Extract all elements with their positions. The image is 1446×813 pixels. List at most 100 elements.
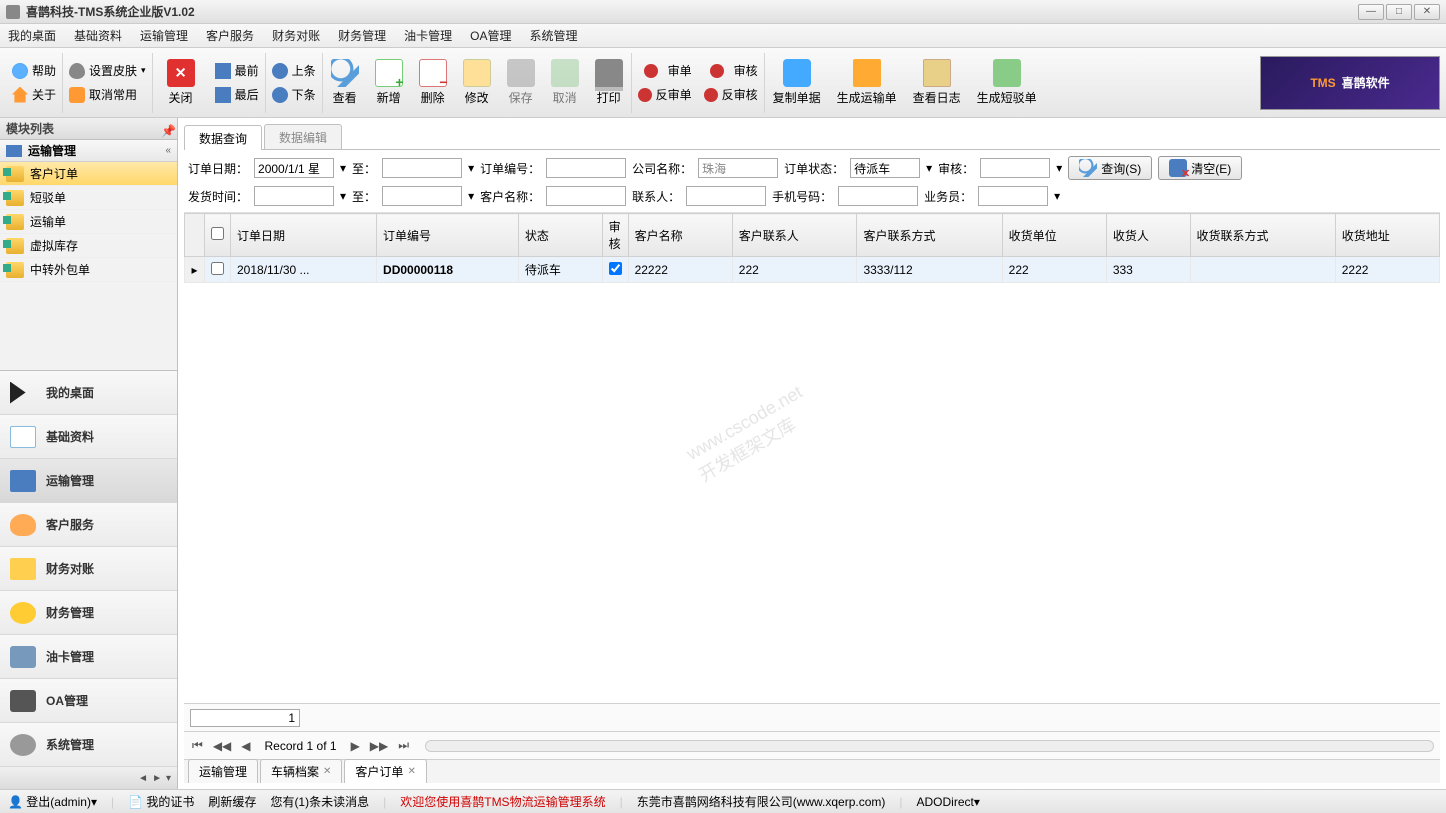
sidebar-item-order[interactable]: 客户订单	[0, 162, 177, 186]
query-button[interactable]: 查询(S)	[1068, 156, 1152, 180]
contact-input[interactable]	[686, 186, 766, 206]
tab-edit[interactable]: 数据编辑	[264, 124, 342, 149]
nav-header[interactable]: 运输管理 «	[0, 140, 177, 162]
menu-oa[interactable]: OA管理	[470, 27, 511, 44]
refresh-cache-button[interactable]: 刷新缓存	[208, 793, 256, 810]
col-audit[interactable]: 审核	[602, 214, 628, 257]
arrow-left-icon[interactable]: ◄	[138, 773, 148, 784]
close-tab-icon[interactable]: ✕	[407, 766, 415, 777]
cust-name-input[interactable]	[546, 186, 626, 206]
skin-button[interactable]: 设置皮肤 ▾	[69, 61, 146, 81]
status-input[interactable]	[850, 158, 920, 178]
checkbox-header[interactable]	[205, 214, 231, 257]
scrollbar[interactable]	[425, 740, 1434, 752]
audit-button[interactable]: 审单	[638, 61, 692, 81]
logout-button[interactable]: 👤 登出(admin)▾	[8, 793, 97, 810]
about-button[interactable]: 关于	[12, 85, 56, 105]
gen-short-button[interactable]: 生成短驳单	[969, 59, 1045, 106]
pin-icon[interactable]: 📌	[161, 124, 171, 134]
cert-button[interactable]: 📄 我的证书	[128, 793, 194, 810]
maximize-button[interactable]: □	[1386, 4, 1412, 20]
edit-button[interactable]: 修改	[455, 59, 499, 106]
close-tab-icon[interactable]: ✕	[323, 766, 331, 777]
sidebar-item-short[interactable]: 短驳单	[0, 186, 177, 210]
module-fin-recon[interactable]: 财务对账	[0, 547, 177, 591]
table-row[interactable]: ▸ 2018/11/30 ... DD00000118 待派车 22222 22…	[185, 257, 1440, 283]
module-customer[interactable]: 客户服务	[0, 503, 177, 547]
module-oa[interactable]: OA管理	[0, 679, 177, 723]
sidebar-item-transfer[interactable]: 中转外包单	[0, 258, 177, 282]
col-status[interactable]: 状态	[518, 214, 602, 257]
menu-base[interactable]: 基础资料	[74, 27, 122, 44]
last-button[interactable]: 最后	[215, 85, 259, 105]
ado-button[interactable]: ADODirect▾	[917, 795, 980, 809]
view-log-button[interactable]: 查看日志	[905, 59, 969, 106]
col-contact-way[interactable]: 客户联系方式	[857, 214, 1002, 257]
col-recv-addr[interactable]: 收货地址	[1335, 214, 1439, 257]
unapprove-button[interactable]: 反审核	[704, 85, 758, 105]
help-button[interactable]: 帮助	[12, 61, 56, 81]
col-date[interactable]: 订单日期	[231, 214, 377, 257]
col-recv[interactable]: 收货人	[1106, 214, 1190, 257]
nav-last[interactable]: ⏭	[396, 738, 411, 753]
delete-button[interactable]: 删除	[411, 59, 455, 106]
unread-msg[interactable]: 您有(1)条未读消息	[270, 793, 369, 810]
module-transport[interactable]: 运输管理	[0, 459, 177, 503]
chevron-down-icon[interactable]: ▾	[166, 773, 171, 784]
col-recv-unit[interactable]: 收货单位	[1002, 214, 1106, 257]
prev-button[interactable]: 上条	[272, 61, 316, 81]
nav-next[interactable]: ▶	[349, 739, 362, 753]
company-input[interactable]	[698, 158, 778, 178]
row-checkbox[interactable]	[205, 257, 231, 283]
module-system[interactable]: 系统管理	[0, 723, 177, 767]
audit-input[interactable]	[980, 158, 1050, 178]
order-no-input[interactable]	[546, 158, 626, 178]
nav-prev[interactable]: ◀	[239, 739, 252, 753]
approve-button[interactable]: 审核	[704, 61, 758, 81]
module-finance[interactable]: 财务管理	[0, 591, 177, 635]
menu-transport[interactable]: 运输管理	[140, 27, 188, 44]
doc-tab-vehicle[interactable]: 车辆档案✕	[260, 759, 342, 783]
cancel-common-button[interactable]: 取消常用	[69, 85, 146, 105]
ship-time-to[interactable]	[382, 186, 462, 206]
menu-finance-recon[interactable]: 财务对账	[272, 27, 320, 44]
print-button[interactable]: 打印	[587, 59, 631, 106]
col-cust[interactable]: 客户名称	[628, 214, 732, 257]
doc-tab-order[interactable]: 客户订单✕	[344, 759, 426, 783]
menu-customer[interactable]: 客户服务	[206, 27, 254, 44]
gen-transport-button[interactable]: 生成运输单	[829, 59, 905, 106]
menu-oil[interactable]: 油卡管理	[404, 27, 452, 44]
menu-system[interactable]: 系统管理	[529, 27, 577, 44]
nav-next-page[interactable]: ▶▶	[368, 739, 390, 753]
view-button[interactable]: 查看	[323, 59, 367, 106]
col-no[interactable]: 订单编号	[377, 214, 519, 257]
order-date-from[interactable]	[254, 158, 334, 178]
unaudit-button[interactable]: 反审单	[638, 85, 692, 105]
col-contact[interactable]: 客户联系人	[732, 214, 857, 257]
module-oil[interactable]: 油卡管理	[0, 635, 177, 679]
col-recv-way[interactable]: 收货联系方式	[1190, 214, 1335, 257]
clear-button[interactable]: 清空(E)	[1158, 156, 1242, 180]
copy-button[interactable]: 复制单据	[765, 59, 829, 106]
arrow-right-icon[interactable]: ►	[152, 773, 162, 784]
menu-desktop[interactable]: 我的桌面	[8, 27, 56, 44]
nav-prev-page[interactable]: ◀◀	[211, 739, 233, 753]
tab-query[interactable]: 数据查询	[184, 125, 262, 150]
ship-time-from[interactable]	[254, 186, 334, 206]
close-button-tb[interactable]: 关闭	[159, 59, 203, 106]
mobile-input[interactable]	[838, 186, 918, 206]
sidebar-item-transport[interactable]: 运输单	[0, 210, 177, 234]
page-input[interactable]	[190, 709, 300, 727]
menu-finance[interactable]: 财务管理	[338, 27, 386, 44]
next-button[interactable]: 下条	[272, 85, 316, 105]
module-desktop[interactable]: 我的桌面	[0, 371, 177, 415]
doc-tab-transport[interactable]: 运输管理	[188, 759, 258, 783]
nav-first[interactable]: ⏮	[190, 738, 205, 753]
minimize-button[interactable]: —	[1358, 4, 1384, 20]
close-button[interactable]: ✕	[1414, 4, 1440, 20]
add-button[interactable]: 新增	[367, 59, 411, 106]
order-date-to[interactable]	[382, 158, 462, 178]
sidebar-item-virtual[interactable]: 虚拟库存	[0, 234, 177, 258]
salesman-input[interactable]	[978, 186, 1048, 206]
module-base[interactable]: 基础资料	[0, 415, 177, 459]
